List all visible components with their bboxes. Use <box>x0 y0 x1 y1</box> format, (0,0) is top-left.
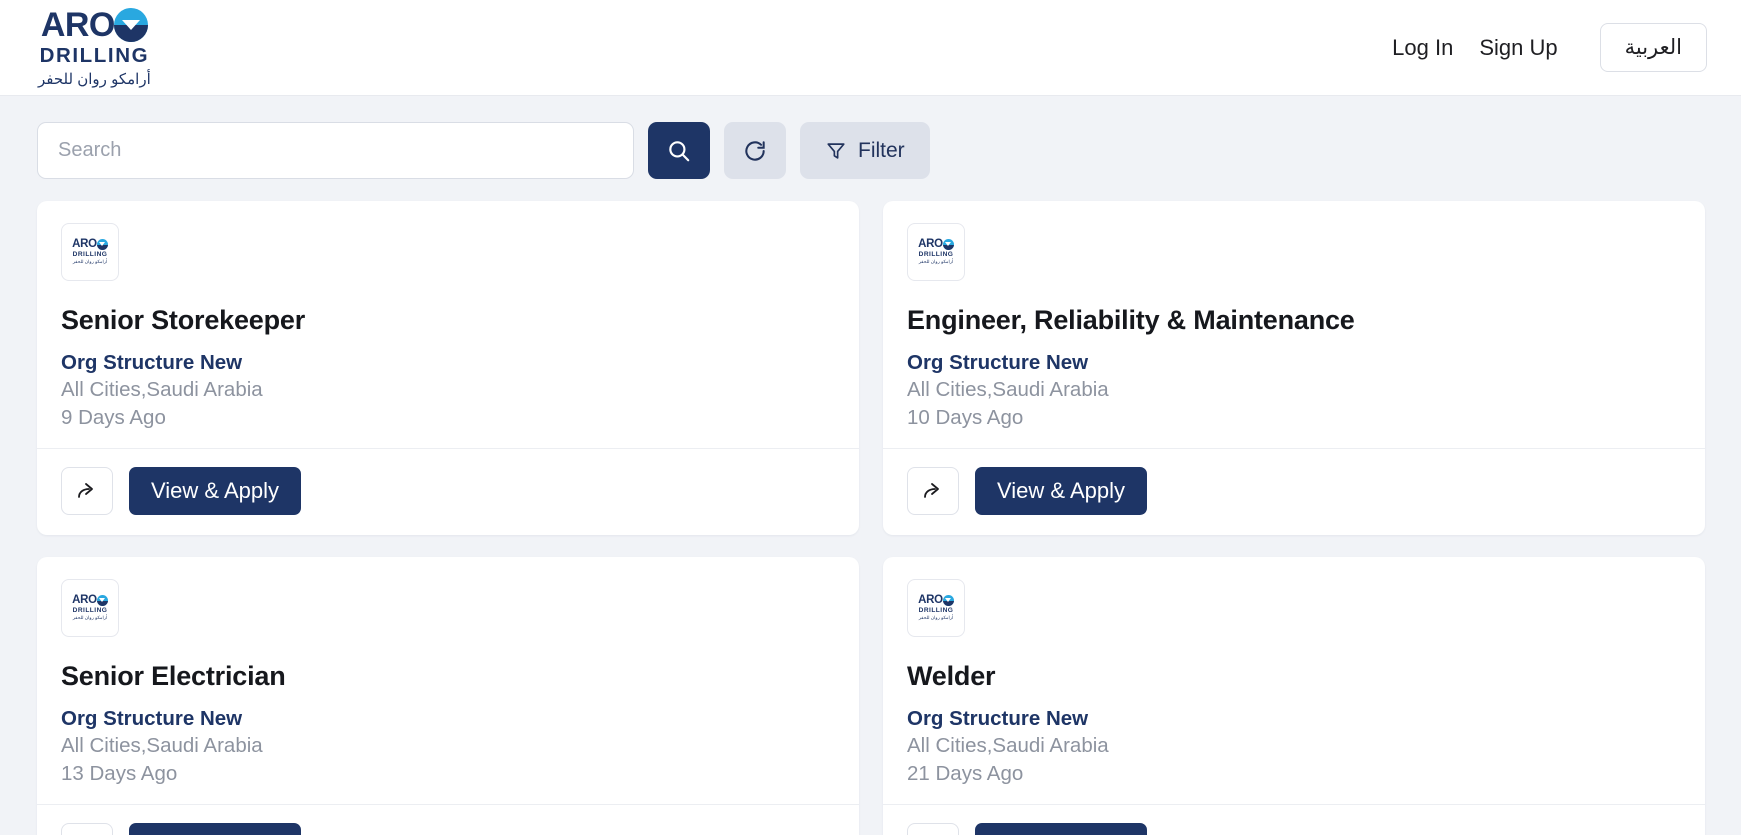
thumb-circle-icon <box>96 239 108 250</box>
job-location: All Cities,Saudi Arabia <box>61 378 263 401</box>
thumb-arabic-text: أرامكو روان للحفر <box>918 615 954 620</box>
company-logo-thumbnail: ARO DRILLING أرامكو روان للحفر <box>61 223 119 281</box>
job-location: All Cities,Saudi Arabia <box>907 378 1109 401</box>
site-header: ARO DRILLING أرامكو روان للحفر Log In Si… <box>0 0 1741 96</box>
thumb-wordmark: ARO <box>72 238 97 250</box>
share-icon <box>78 483 93 498</box>
logo-circle-icon <box>113 8 148 43</box>
company-logo-thumbnail: ARO DRILLING أرامكو روان للحفر <box>61 579 119 637</box>
logo-wordmark: ARO <box>40 6 116 45</box>
job-org: Org Structure New <box>61 707 243 730</box>
job-card[interactable]: ARO DRILLING أرامكو روان للحفر Engineer,… <box>883 201 1705 535</box>
thumb-subtitle: DRILLING <box>918 607 954 614</box>
share-icon <box>924 483 939 498</box>
job-location: All Cities,Saudi Arabia <box>907 734 1109 757</box>
thumb-circle-icon <box>942 239 954 250</box>
job-title: Senior Storekeeper <box>61 305 306 335</box>
thumb-arabic-text: أرامكو روان للحفر <box>918 259 954 264</box>
language-toggle-button[interactable]: العربية <box>1599 23 1707 72</box>
thumb-arabic-text: أرامكو روان للحفر <box>72 259 108 264</box>
share-button[interactable] <box>907 467 959 515</box>
thumb-circle-icon <box>96 595 108 606</box>
thumb-subtitle: DRILLING <box>72 607 108 614</box>
login-link[interactable]: Log In <box>1392 35 1453 61</box>
view-apply-button[interactable]: View & Apply <box>975 467 1148 515</box>
thumb-circle-icon <box>942 595 954 606</box>
refresh-icon <box>745 140 765 161</box>
job-card-footer: View & Apply <box>37 804 859 835</box>
share-button[interactable] <box>61 467 113 515</box>
job-location: All Cities,Saudi Arabia <box>61 734 263 757</box>
header-nav: Log In Sign Up العربية <box>1392 23 1707 72</box>
job-card-body: ARO DRILLING أرامكو روان للحفر Senior St… <box>37 201 859 448</box>
view-apply-button[interactable]: View & Apply <box>129 467 302 515</box>
search-input[interactable] <box>37 122 634 179</box>
job-posted-age: 10 Days Ago <box>907 406 1024 429</box>
search-button[interactable] <box>648 122 710 179</box>
logo-arabic-text: أرامكو روان للحفر <box>38 70 151 88</box>
brand-logo[interactable]: ARO DRILLING أرامكو روان للحفر <box>38 8 151 87</box>
view-apply-button[interactable]: View & Apply <box>129 823 302 835</box>
thumb-wordmark: ARO <box>918 594 943 606</box>
logo-subtitle: DRILLING <box>39 44 150 68</box>
job-cards-grid: ARO DRILLING أرامكو روان للحفر Senior St… <box>0 179 1741 835</box>
job-card-footer: View & Apply <box>883 448 1705 535</box>
share-button[interactable] <box>61 823 113 835</box>
job-posted-age: 21 Days Ago <box>907 762 1024 785</box>
search-toolbar: Filter <box>0 96 1741 179</box>
job-card[interactable]: ARO DRILLING أرامكو روان للحفر Welder Or… <box>883 557 1705 835</box>
funnel-icon <box>827 142 845 159</box>
job-card-footer: View & Apply <box>883 804 1705 835</box>
job-org: Org Structure New <box>907 707 1089 730</box>
job-card[interactable]: ARO DRILLING أرامكو روان للحفر Senior El… <box>37 557 859 835</box>
filter-button[interactable]: Filter <box>800 122 930 179</box>
job-title: Engineer, Reliability & Maintenance <box>907 305 1355 335</box>
job-org: Org Structure New <box>907 351 1089 374</box>
refresh-button[interactable] <box>724 122 786 179</box>
job-org: Org Structure New <box>61 351 243 374</box>
filter-label: Filter <box>858 138 905 162</box>
thumb-subtitle: DRILLING <box>72 251 108 258</box>
thumb-wordmark: ARO <box>918 238 943 250</box>
company-logo-thumbnail: ARO DRILLING أرامكو روان للحفر <box>907 579 965 637</box>
signup-link[interactable]: Sign Up <box>1479 35 1557 61</box>
thumb-wordmark: ARO <box>72 594 97 606</box>
job-posted-age: 13 Days Ago <box>61 762 178 785</box>
job-title: Welder <box>907 661 996 691</box>
job-card[interactable]: ARO DRILLING أرامكو روان للحفر Senior St… <box>37 201 859 535</box>
job-card-body: ARO DRILLING أرامكو روان للحفر Senior El… <box>37 557 859 804</box>
share-button[interactable] <box>907 823 959 835</box>
job-title: Senior Electrician <box>61 661 286 691</box>
aro-logo-mark: ARO <box>40 6 148 45</box>
job-card-body: ARO DRILLING أرامكو روان للحفر Welder Or… <box>883 557 1705 804</box>
thumb-subtitle: DRILLING <box>918 251 954 258</box>
view-apply-button[interactable]: View & Apply <box>975 823 1148 835</box>
search-icon <box>669 140 690 161</box>
thumb-arabic-text: أرامكو روان للحفر <box>72 615 108 620</box>
job-posted-age: 9 Days Ago <box>61 406 166 429</box>
company-logo-thumbnail: ARO DRILLING أرامكو روان للحفر <box>907 223 965 281</box>
job-card-body: ARO DRILLING أرامكو روان للحفر Engineer,… <box>883 201 1705 448</box>
job-card-footer: View & Apply <box>37 448 859 535</box>
